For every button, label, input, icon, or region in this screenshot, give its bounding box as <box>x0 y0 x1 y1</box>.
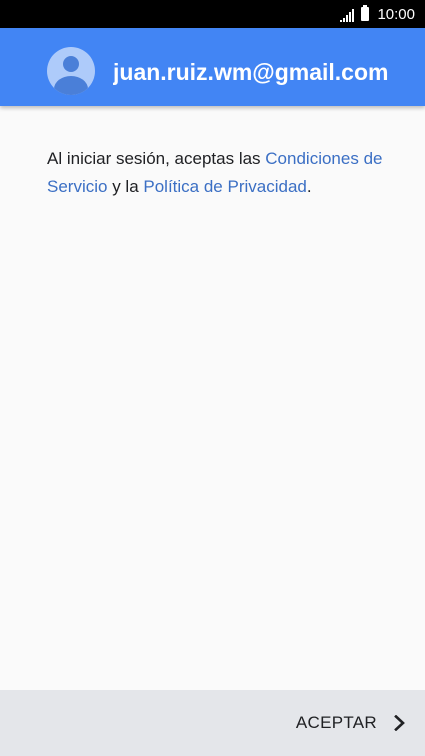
terms-prefix: Al iniciar sesión, aceptas las <box>47 149 266 168</box>
footer-bar: ACEPTAR <box>0 690 425 756</box>
terms-notice: Al iniciar sesión, aceptas las Condicion… <box>47 145 387 201</box>
account-header: juan.ruiz.wm@gmail.com <box>0 28 425 106</box>
accept-label: ACEPTAR <box>295 713 377 732</box>
avatar-icon <box>47 47 95 95</box>
signal-icon <box>340 8 355 22</box>
privacy-policy-link[interactable]: Política de Privacidad <box>143 177 306 196</box>
clock: 10:00 <box>377 5 415 23</box>
terms-middle: y la <box>107 177 144 196</box>
account-email: juan.ruiz.wm@gmail.com <box>113 59 389 85</box>
terms-suffix: . <box>306 177 312 196</box>
status-bar: 10:00 <box>0 0 425 28</box>
chevron-right-icon <box>394 715 405 731</box>
battery-icon <box>361 5 370 21</box>
accept-button[interactable]: ACEPTAR <box>296 708 407 738</box>
